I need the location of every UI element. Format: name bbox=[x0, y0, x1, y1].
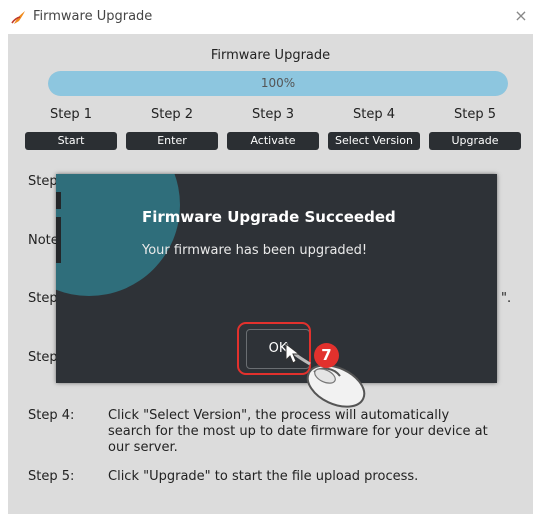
start-button[interactable]: Start bbox=[25, 132, 117, 150]
step-2-label: Step 2 bbox=[150, 107, 193, 122]
progress-bar: 100% bbox=[48, 71, 508, 96]
activate-button[interactable]: Activate bbox=[227, 132, 319, 150]
note-row-label: Note bbox=[28, 233, 59, 248]
step-4-instruction-text: Click "Select Version", the process will… bbox=[108, 408, 488, 455]
dialog-title: Firmware Upgrade Succeeded bbox=[142, 208, 396, 226]
progress-text: 100% bbox=[260, 76, 296, 90]
step-badge: 7 bbox=[314, 343, 339, 368]
step-4-label: Step 4 bbox=[352, 107, 395, 122]
step-5-label: Step 5 bbox=[453, 107, 496, 122]
window-title: Firmware Upgrade bbox=[33, 9, 153, 24]
enter-button[interactable]: Enter bbox=[126, 132, 218, 150]
step-3-label: Step 3 bbox=[251, 107, 294, 122]
info-icon bbox=[56, 174, 180, 296]
step-1-label: Step 1 bbox=[49, 107, 92, 122]
step-5-instruction-label: Step 5: bbox=[28, 469, 75, 484]
upgrade-heading: Firmware Upgrade bbox=[210, 48, 331, 63]
upgrade-button[interactable]: Upgrade bbox=[429, 132, 521, 150]
title-bar: Firmware Upgrade × bbox=[0, 0, 541, 34]
info-icon-stem bbox=[56, 217, 61, 263]
step-1-row-label: Step bbox=[28, 174, 58, 189]
step-3-row-label: Step bbox=[28, 350, 58, 365]
step-5-instruction-text: Click "Upgrade" to start the file upload… bbox=[108, 469, 419, 484]
select-version-button[interactable]: Select Version bbox=[328, 132, 420, 150]
step-2-row-label: Step bbox=[28, 291, 58, 306]
dialog-message: Your firmware has been upgraded! bbox=[142, 243, 368, 258]
step-4-instruction-label: Step 4: bbox=[28, 408, 75, 423]
info-icon-dot bbox=[56, 192, 61, 209]
app-logo-icon bbox=[11, 11, 25, 24]
close-button[interactable]: × bbox=[511, 5, 531, 27]
step-2-row-suffix: ". bbox=[501, 291, 512, 306]
